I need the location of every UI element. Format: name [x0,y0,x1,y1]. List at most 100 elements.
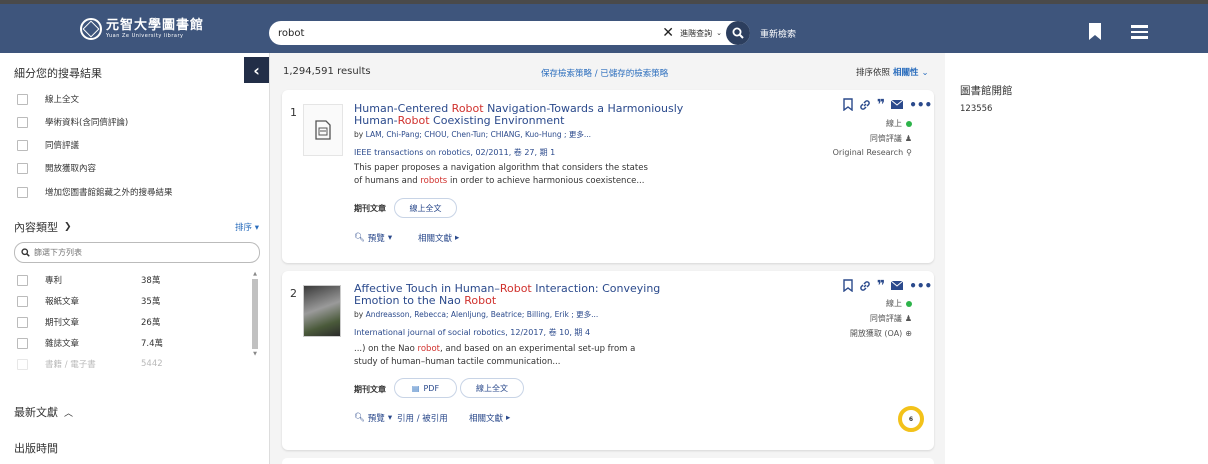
search-button[interactable] [726,21,750,45]
library-hours-panel: 圖書館開館 123556 [945,53,1208,464]
result-number: 2 [290,287,297,300]
content-type-item[interactable]: 雜誌文章 7.4萬 [17,337,247,349]
result-source[interactable]: International journal of social robotics… [354,327,590,338]
chevron-left-icon: ‹ [253,60,260,80]
content-type-toggle[interactable]: 內容類型 ❯ [14,219,72,235]
magnifier-icon: 🔍︎ [354,233,365,243]
related-literature-button[interactable]: 相關文獻 ▸ [418,232,459,244]
checkbox[interactable] [17,337,28,349]
library-logo[interactable]: 元智大學圖書館 Yuan Ze University library [80,15,204,43]
pdf-button[interactable]: ▤ PDF [394,378,457,398]
chevron-down-icon: ⌄ [921,68,929,78]
collapse-sidebar-button[interactable]: ‹ [244,57,269,83]
email-icon[interactable] [891,100,904,109]
caret-down-icon: ▾ [387,233,393,243]
reset-search-link[interactable]: 重新檢索 [760,27,796,40]
magnifier-icon: 🔍︎ [354,413,365,423]
result-authors[interactable]: by Andreasson, Rebecca; Alenljung, Beatr… [354,309,598,320]
checkbox[interactable] [17,316,28,328]
clear-search-icon[interactable]: ✕ [660,25,676,41]
logo-chinese-name: 元智大學圖書館 [106,18,205,33]
checkbox[interactable] [17,186,28,198]
result-number: 1 [290,106,297,119]
publication-date-heading[interactable]: 出版時間 [14,440,58,456]
hamburger-menu-button[interactable] [1131,25,1148,42]
status-original-research: Original Research ⚲ [832,148,912,157]
university-seal-icon [80,18,102,40]
result-source[interactable]: IEEE transactions on robotics, 02/2011, … [354,147,555,158]
checkbox[interactable] [17,295,28,307]
online-fulltext-button[interactable]: 線上全文 [460,378,524,398]
bookmark-icon[interactable] [843,279,853,292]
filter-beyond-collection[interactable]: 增加您圖書館館藏之外的搜尋結果 [17,186,173,198]
advanced-search-dropdown[interactable]: 進階查詢 [680,28,712,39]
filter-open-access[interactable]: 開放獲取內容 [17,162,96,174]
content-type-sort[interactable]: 排序 ▾ [235,221,259,233]
search-icon [732,27,744,39]
bookmark-icon [1089,23,1101,40]
status-peer-reviewed: 同儕評議 ♟ [869,134,912,143]
checkbox[interactable] [17,358,28,370]
scroll-up-arrow[interactable]: ▲ [251,271,259,277]
checkbox[interactable] [17,162,28,174]
preview-button[interactable]: 🔍︎ 預覽 ▾ [354,232,392,244]
result-thumbnail[interactable] [303,104,343,156]
checkbox[interactable] [17,116,28,128]
link-icon[interactable] [859,99,871,111]
preview-button[interactable]: 🔍︎ 預覽 ▾ [354,412,392,424]
cite-icon[interactable]: ❞ [877,279,885,293]
bookmark-icon[interactable] [843,98,853,111]
scroll-thumb[interactable] [252,279,258,349]
result-authors[interactable]: by LAM, Chi-Pang; CHOU, Chen-Tun; CHIANG… [354,129,591,140]
journal-cover-image[interactable] [303,285,341,337]
online-dot-icon [906,300,912,307]
caret-right-icon: ▸ [506,413,511,423]
altmetric-badge[interactable]: 6 [898,406,924,432]
chevron-down-icon[interactable]: ⌄ [716,29,722,37]
filter-online-fulltext[interactable]: 線上全文 [17,93,79,105]
pdf-icon: ▤ [411,383,420,393]
online-fulltext-button[interactable]: 線上全文 [394,198,457,218]
cite-icon[interactable]: ❞ [877,98,885,112]
result-card: 2 Affective Touch in Human–Robot Interac… [282,271,934,450]
caret-down-icon: ▾ [387,413,393,423]
content-type-item[interactable]: 書籍 / 電子書 5442 [17,358,247,370]
content-type-scrollbar[interactable]: ▲ ▼ [251,271,259,368]
lightbulb-icon: ⚲ [906,148,912,157]
filter-scholarly[interactable]: 學術資料(含同儕評論) [17,116,128,128]
related-literature-button[interactable]: 相關文獻 ▸ [469,412,510,424]
checkbox[interactable] [17,274,28,286]
result-actions: ❞ ••• [843,98,932,112]
cite-citedby-button[interactable]: 引用 / 被引用 [397,412,448,424]
content-type-filter-input[interactable] [34,248,234,257]
filter-peer-reviewed[interactable]: 同儕評議 [17,139,79,151]
result-card: 1 Human-Centered Robot Navigation-Toward… [282,90,934,263]
checkbox[interactable] [17,93,28,105]
scroll-down-arrow[interactable]: ▼ [251,351,259,357]
more-options-icon[interactable]: ••• [909,99,932,111]
peer-review-icon: ♟ [904,314,912,323]
sort-by-dropdown[interactable]: 排序依照 相關性 ⌄ [856,66,929,78]
online-dot-icon [906,120,912,127]
save-search-strategy-link[interactable]: 保存檢索策略 / 已儲存的檢索策略 [541,67,668,79]
content-type-item[interactable]: 專利 38萬 [17,274,247,286]
email-icon[interactable] [891,281,904,290]
more-options-icon[interactable]: ••• [909,280,932,292]
result-type: 期刊文章 [354,385,386,394]
result-snippet: ...) on the Nao robot, and based on an e… [354,344,636,367]
chevron-up-icon: ︿ [64,408,74,419]
link-icon[interactable] [859,280,871,292]
search-bar: ✕ 進階查詢 ⌄ [269,21,750,45]
search-input[interactable] [269,23,661,43]
saved-items-button[interactable] [1088,23,1102,43]
library-hours-value: 123556 [960,104,993,114]
result-title-link[interactable]: Affective Touch in Human–Robot Interacti… [354,283,704,307]
content-type-item[interactable]: 期刊文章 26萬 [17,316,247,328]
latest-literature-toggle[interactable]: 最新文獻 ︿ [14,404,73,420]
result-title-link[interactable]: Human-Centered Robot Navigation-Towards … [354,103,704,127]
search-icon [21,248,30,257]
open-lock-icon: ⊕ [905,329,912,338]
content-type-item[interactable]: 報紙文章 35萬 [17,295,247,307]
checkbox[interactable] [17,139,28,151]
refine-sidebar: ‹ 細分您的搜尋結果 線上全文 學術資料(含同儕評論) 同儕評議 開放獲取內容 … [0,53,270,464]
